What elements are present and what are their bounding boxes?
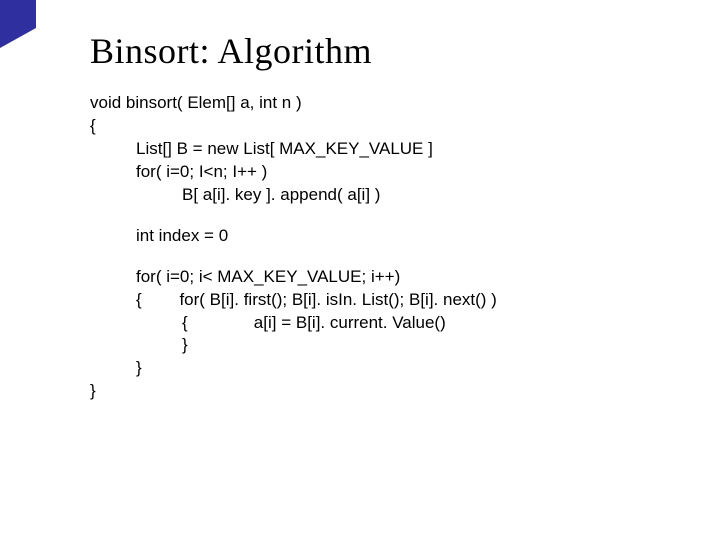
code-line: void binsort( Elem[] a, int n ) <box>90 92 690 115</box>
code-line: { a[i] = B[i]. current. Value() <box>90 312 690 335</box>
blank-line <box>90 248 690 266</box>
corner-tab-decoration <box>0 0 36 28</box>
code-line: { for( B[i]. first(); B[i]. isIn. List()… <box>90 289 690 312</box>
code-line: for( i=0; I<n; I++ ) <box>90 161 690 184</box>
code-line: B[ a[i]. key ]. append( a[i] ) <box>90 184 690 207</box>
blank-line <box>90 207 690 225</box>
code-line: List[] B = new List[ MAX_KEY_VALUE ] <box>90 138 690 161</box>
code-line: } <box>90 334 690 357</box>
code-line: } <box>90 380 690 403</box>
slide-title: Binsort: Algorithm <box>90 30 372 72</box>
code-line: int index = 0 <box>90 225 690 248</box>
code-line: { <box>90 115 690 138</box>
code-line: for( i=0; i< MAX_KEY_VALUE; i++) <box>90 266 690 289</box>
code-line: } <box>90 357 690 380</box>
code-block: void binsort( Elem[] a, int n ) { List[]… <box>90 92 690 403</box>
slide: Binsort: Algorithm void binsort( Elem[] … <box>0 0 720 540</box>
